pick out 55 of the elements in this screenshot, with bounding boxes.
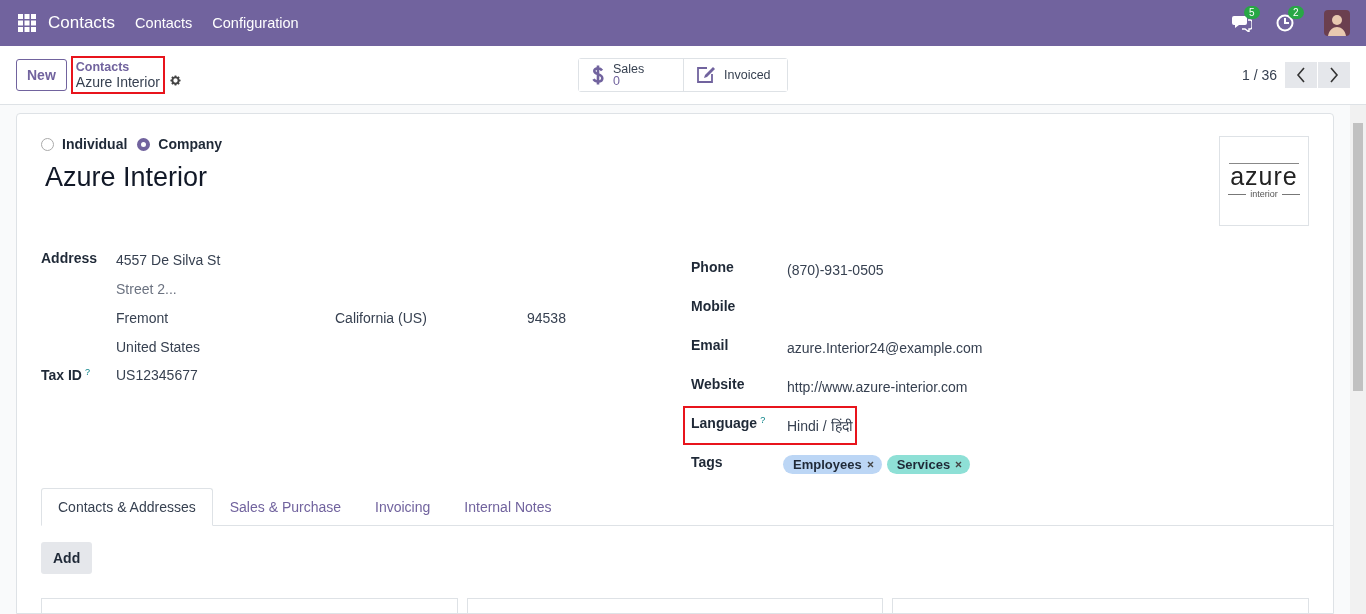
next-button[interactable] — [1318, 62, 1350, 88]
field-value[interactable]: Hindi / हिंदी — [787, 416, 855, 435]
breadcrumb-current: Azure Interior — [75, 74, 160, 90]
previous-button[interactable] — [1285, 62, 1317, 88]
clock-icon[interactable] — [1276, 14, 1294, 32]
street-field[interactable]: 4557 De Silva St — [116, 252, 691, 268]
city-field[interactable]: Fremont — [116, 310, 335, 326]
tag-chip[interactable]: Services — [886, 455, 971, 474]
remove-icon[interactable] — [866, 461, 874, 468]
field-label: Tax ID — [41, 367, 82, 383]
dollar-icon — [591, 64, 605, 86]
field-label: Address — [41, 250, 99, 268]
company-name[interactable]: Azure Interior — [45, 162, 223, 193]
help-tooltip[interactable]: ? — [760, 414, 766, 425]
new-button[interactable]: New — [16, 59, 67, 91]
field-label: Website — [691, 375, 745, 392]
smart-button[interactable]: Invoiced — [683, 59, 787, 91]
country-field[interactable]: United States — [116, 339, 691, 355]
chat-icon[interactable] — [1232, 14, 1252, 32]
chevron-right-icon — [1329, 67, 1339, 83]
zip-field[interactable]: 94538 — [527, 310, 566, 326]
field-label: Mobile — [691, 297, 736, 314]
breadcrumb-link[interactable]: Contacts — [75, 60, 160, 74]
field-label: Language — [691, 414, 758, 431]
menu-item[interactable]: Configuration — [212, 15, 299, 31]
company-logo[interactable]: azure interior — [1219, 136, 1309, 226]
user-avatar[interactable] — [1324, 10, 1350, 36]
field-value[interactable]: azure.Interior24@example.com — [787, 339, 983, 356]
tab[interactable]: Contacts & Addresses — [41, 488, 213, 526]
tab[interactable]: Invoicing — [358, 488, 448, 526]
radio-option[interactable]: Individual — [41, 136, 128, 152]
radio-option[interactable]: Company — [137, 136, 223, 152]
tax-id-field[interactable]: US12345677 — [116, 367, 691, 383]
tab[interactable]: Sales & Purchase — [212, 488, 359, 526]
help-tooltip[interactable]: ? — [85, 367, 90, 377]
state-field[interactable]: California (US) — [335, 310, 527, 326]
tab[interactable]: Internal Notes — [447, 488, 569, 526]
field-label: Email — [691, 336, 729, 353]
app-title[interactable]: Contacts — [48, 13, 116, 33]
field-label: Tags — [691, 453, 723, 470]
tag-chip[interactable]: Employees — [783, 455, 882, 474]
message-count-badge: 5 — [1244, 6, 1260, 19]
field-value[interactable]: http://www.azure-interior.com — [787, 378, 968, 395]
scrollbar[interactable] — [1350, 105, 1366, 614]
settings-icon[interactable] — [168, 73, 182, 87]
pager-counter[interactable]: 1 / 36 — [1241, 67, 1277, 83]
activity-count-badge: 2 — [1288, 6, 1304, 19]
menu-item[interactable]: Contacts — [135, 15, 193, 31]
remove-icon[interactable] — [955, 461, 963, 468]
add-button[interactable]: Add — [41, 542, 93, 574]
apps-grid-icon[interactable] — [18, 14, 36, 32]
chevron-left-icon — [1296, 67, 1306, 83]
field-label: Phone — [691, 258, 734, 275]
field-value[interactable]: (870)-931-0505 — [787, 261, 884, 278]
edit-icon — [696, 66, 716, 84]
